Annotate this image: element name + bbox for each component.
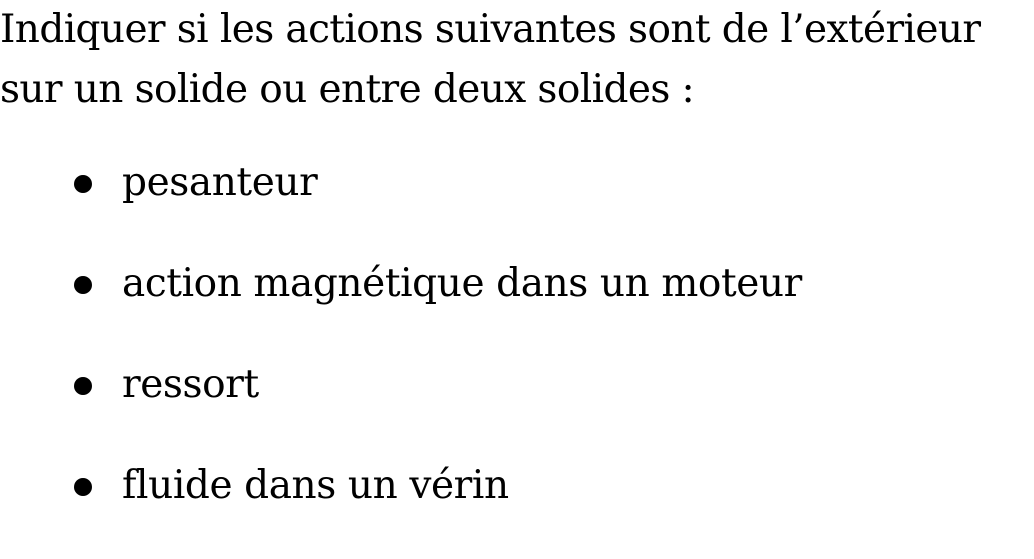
exercise-instruction: Indiquer si les actions suivantes sont d… <box>0 0 1034 120</box>
list-item-text: pesanteur <box>122 160 318 205</box>
list-item-text: fluide dans un vérin <box>122 463 509 508</box>
instruction-line-2: sur un solide ou entre deux solides : <box>0 67 695 112</box>
bullet-icon <box>74 478 92 496</box>
bullet-icon <box>74 276 92 294</box>
list-item-text: action magnétique dans un moteur <box>122 261 802 306</box>
bullet-icon <box>74 175 92 193</box>
list-item-text: ressort <box>122 362 259 407</box>
document-page: Indiquer si les actions suivantes sont d… <box>0 0 1034 508</box>
instruction-line-1: Indiquer si les actions suivantes sont d… <box>0 7 981 52</box>
bullet-icon <box>74 377 92 395</box>
